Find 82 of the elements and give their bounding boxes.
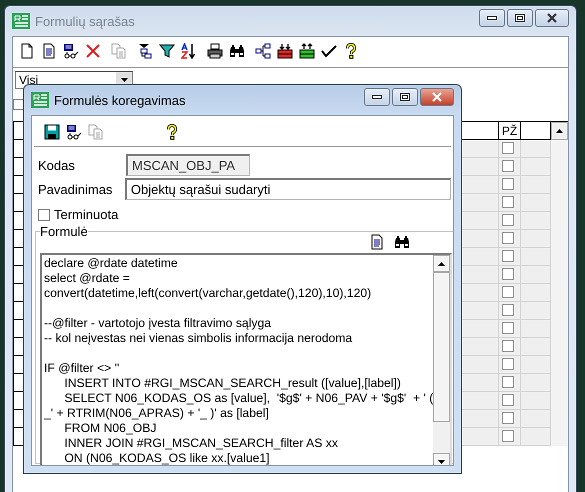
new-document-icon[interactable] [19,43,35,59]
help-icon[interactable] [343,43,359,59]
code-line: SELECT N06_KODAS_OS as [value], '$g$' + N06_PAV + '$g$' + ' ( [63,391,434,406]
dropdown-arrow-icon [120,78,128,82]
checkbox[interactable] [13,99,24,110]
document-icon[interactable] [41,43,57,59]
checkbox[interactable] [502,250,514,262]
minimize-icon [487,16,497,20]
maximize-icon [515,14,525,22]
checkbox[interactable] [502,232,514,244]
checkbox[interactable] [502,322,514,334]
scroll-up-button[interactable] [433,255,450,272]
close-button[interactable] [420,88,454,106]
checkbox[interactable] [502,412,514,424]
maximize-icon [400,93,410,101]
app-icon [31,92,49,108]
close-icon [546,13,558,23]
filter-icon[interactable] [159,43,175,59]
checkbox[interactable] [502,430,514,442]
checkbox[interactable] [502,142,514,154]
delete-icon[interactable] [85,43,101,59]
up-arrow-icon [438,262,446,266]
checkbox[interactable] [502,394,514,406]
code-line: IF @filter <> '' [44,361,120,376]
checkbox-label: Terminuota [54,207,118,222]
sort-icon[interactable] [181,43,197,59]
insert-icon[interactable] [137,43,153,59]
checkbox[interactable] [502,358,514,370]
up-arrow-icon [556,129,563,133]
code-line: INSERT INTO #RGI_MSCAN_SEARCH_result ([value],[label]) [63,376,401,391]
group-title: Formulė [40,224,88,239]
import-icon[interactable] [277,43,293,59]
code-line: --@filter - vartotojo įvesta filtravimo sąlyga [44,316,272,331]
window-title: Formulių sąrašas [35,14,136,28]
printer-icon[interactable] [207,43,223,59]
maximize-button[interactable] [392,88,418,106]
code-line: INNER JOIN #RGI_MSCAN_SEARCH_filter AS xx [63,436,338,451]
code-line: convert(datetime,left(convert(varchar,getdate(),120),10),120) [44,286,372,301]
document-icon[interactable] [369,234,386,250]
export-icon[interactable] [299,43,315,59]
column-header[interactable]: PŽ [499,122,521,140]
app-icon [12,13,30,29]
scrollbar-thumb[interactable] [433,272,450,422]
code-line: -- kol neįvestas nei vienas simbolis informacija nerodoma [44,331,352,346]
close-button[interactable] [535,9,569,27]
code-line: _' + RTRIM(N06_APRAS) + '_ )' as [label] [44,406,269,421]
column-header[interactable] [521,122,551,140]
maximize-button[interactable] [507,9,533,27]
checkbox[interactable] [502,214,514,226]
code-line: select @rdate = [44,271,130,286]
checkbox[interactable] [502,268,514,280]
code-line: FROM N06_OBJ [63,421,156,436]
hierarchy-icon[interactable] [255,43,271,59]
checkbox[interactable] [38,208,50,220]
checkbox[interactable] [502,376,514,388]
field-label: Kodas [38,158,76,172]
binoculars-icon[interactable] [229,43,245,59]
minimize-button[interactable] [364,88,390,106]
formula-editor[interactable] [40,253,452,465]
checkbox[interactable] [502,286,514,298]
scroll-up-button[interactable] [551,122,568,140]
glasses-icon[interactable] [63,43,79,59]
checkmark-icon[interactable] [321,43,337,59]
down-arrow-icon [438,460,446,464]
minimize-button[interactable] [479,9,505,27]
scroll-down-button[interactable] [433,453,450,465]
binoculars-icon[interactable] [394,234,410,250]
checkbox[interactable] [502,178,514,190]
checkbox[interactable] [502,196,514,208]
close-icon [431,92,443,102]
code-line: ON (N06_KODAS_OS like xx.[value1] [63,451,270,465]
checkbox[interactable] [502,340,514,352]
save-icon[interactable] [44,124,60,140]
checkbox[interactable] [502,304,514,316]
glasses-icon[interactable] [66,124,82,140]
window-title: Formulės koregavimas [54,92,186,108]
field-label: Pavadinimas [38,182,114,196]
checkbox[interactable] [502,160,514,172]
code-line: declare @rdate datetime [44,256,178,271]
help-icon[interactable] [164,124,180,140]
minimize-icon [372,95,382,99]
name-field[interactable]: Objektų sąrašui sudaryti [124,178,451,200]
